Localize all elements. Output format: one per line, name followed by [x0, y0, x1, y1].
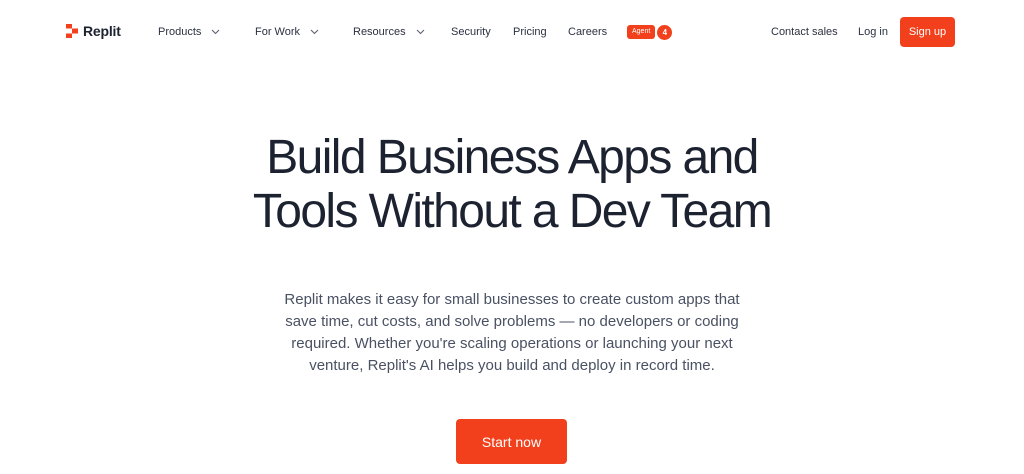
start-now-button[interactable]: Start now: [456, 419, 567, 464]
nav-products-label: Products: [158, 26, 202, 38]
contact-sales-link[interactable]: Contact sales: [771, 24, 838, 40]
nav-security-link[interactable]: Security: [451, 24, 491, 40]
hero-subtitle: Replit makes it easy for small businesse…: [284, 291, 740, 374]
nav-pricing-link[interactable]: Pricing: [513, 24, 547, 40]
hero-title-line-2: Tools Without a Dev Team: [252, 185, 773, 238]
nav-for-work-dropdown[interactable]: For Work: [255, 24, 319, 40]
replit-logo[interactable]: Replit: [66, 22, 121, 40]
log-in-link[interactable]: Log in: [858, 24, 888, 40]
agent-count-badge: 4: [657, 24, 673, 40]
chevron-down-icon: [310, 29, 319, 35]
sign-up-button[interactable]: Sign up: [900, 17, 955, 47]
replit-logo-icon: [66, 24, 78, 38]
hero-title: Build Business Apps and Tools Without a …: [112, 131, 912, 239]
brand-name: Replit: [83, 23, 121, 39]
agent-badge-label: Agent: [627, 25, 656, 39]
top-nav: Replit Products For Work Resources Secur…: [0, 0, 1024, 64]
hero-title-line-1: Build Business Apps and: [266, 131, 759, 184]
nav-agent-link[interactable]: Agent 4: [627, 24, 673, 40]
nav-resources-dropdown[interactable]: Resources: [353, 24, 425, 40]
nav-for-work-label: For Work: [255, 26, 301, 38]
chevron-down-icon: [416, 29, 424, 35]
nav-products-dropdown[interactable]: Products: [158, 24, 220, 40]
nav-careers-link[interactable]: Careers: [568, 24, 607, 40]
nav-resources-label: Resources: [353, 26, 406, 38]
chevron-down-icon: [212, 29, 220, 35]
